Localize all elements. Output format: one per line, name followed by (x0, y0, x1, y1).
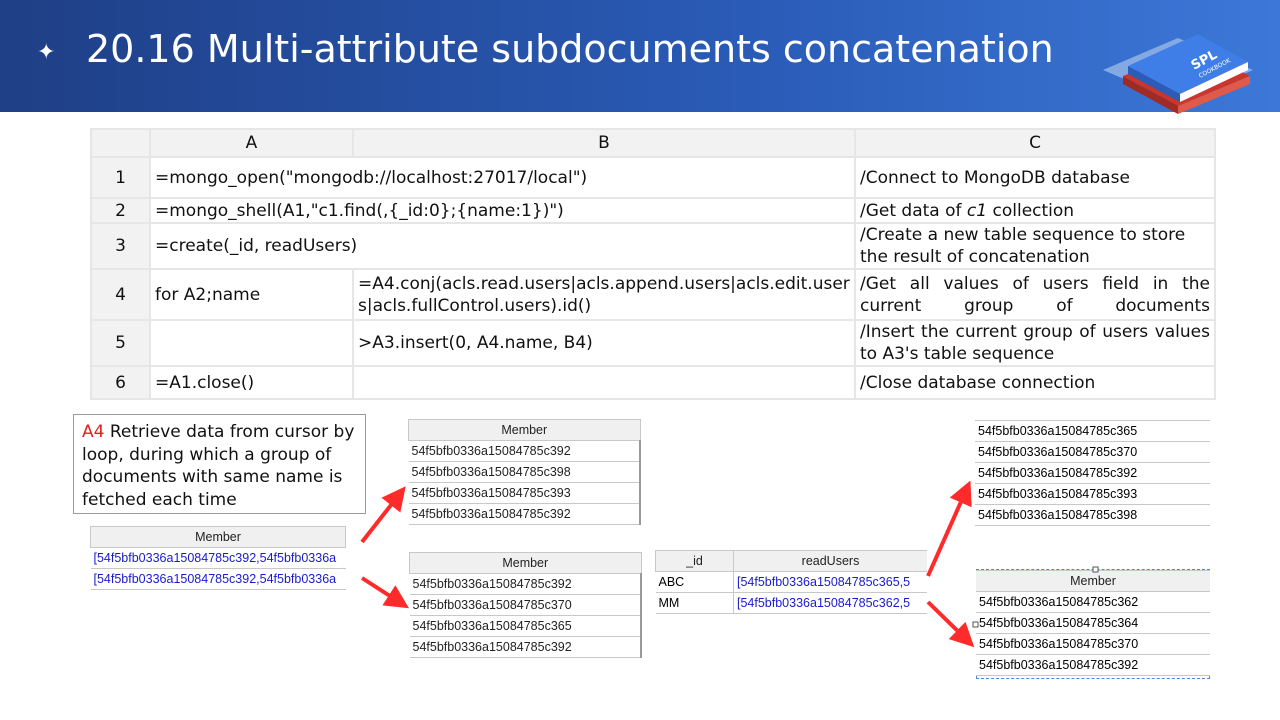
cell-b4[interactable]: =A4.conj(acls.read.users|acls.append.use… (352, 268, 856, 321)
cell-a5[interactable] (149, 319, 354, 367)
table-row[interactable]: 54f5bfb0336a15084785c392 (408, 503, 641, 525)
note-text: Retrieve data from cursor by loop, durin… (82, 422, 355, 510)
arrow-to-group-2 (360, 576, 410, 609)
grid-row-5: 5 >A3.insert(0, A4.name, B4) /Insert the… (90, 319, 1216, 367)
cell-c2[interactable]: /Get data of c1 collection (854, 197, 1216, 224)
row-number[interactable]: 1 (90, 156, 151, 199)
spl-cookbook-logo: SPL COOKBOOK (1103, 34, 1253, 114)
arrow-to-abc-list (926, 480, 972, 577)
row-number[interactable]: 4 (90, 268, 151, 321)
grid-row-2: 2 =mongo_shell(A1,"c1.find(,{_id:0};{nam… (90, 197, 1216, 224)
result-table: _id readUsers ABC [54f5bfb0336a15084785c… (655, 550, 927, 618)
row-number[interactable]: 6 (90, 365, 151, 400)
cell-readusers[interactable]: [54f5bfb0336a15084785c362,5 (733, 592, 927, 614)
arrow-to-mm-list (926, 600, 975, 648)
table-row[interactable]: 54f5bfb0336a15084785c393 (975, 483, 1210, 505)
left-member-table: Member [54f5bfb0336a15084785c392,54f5bfb… (90, 526, 346, 590)
comment-text: /Get data of (860, 200, 967, 221)
grid-header-row: A B C (90, 128, 1216, 158)
column-header-b[interactable]: B (352, 128, 856, 158)
slide-header: ✦ 20.16 Multi-attribute subdocuments con… (0, 0, 1280, 114)
explanation-note: A4 Retrieve data from cursor by loop, du… (73, 414, 366, 514)
cell-a1[interactable]: =mongo_open("mongodb://localhost:27017/l… (149, 156, 856, 199)
column-header-member[interactable]: Member (90, 526, 346, 548)
cell-c1[interactable]: /Connect to MongoDB database (854, 156, 1216, 199)
grid-row-3: 3 =create(_id, readUsers) /Create a new … (90, 222, 1216, 270)
comment-text: /Insert the current group of users value… (860, 322, 1210, 364)
table-row[interactable]: 54f5bfb0336a15084785c392 (976, 654, 1210, 676)
cell-c6[interactable]: /Close database connection (854, 365, 1216, 400)
readusers-list-mm: Member 54f5bfb0336a15084785c362 54f5bfb0… (976, 570, 1210, 676)
cell-readusers[interactable]: [54f5bfb0336a15084785c365,5 (733, 571, 927, 593)
cell-a6[interactable]: =A1.close() (149, 365, 354, 400)
cell-c4[interactable]: /Get all values of users field in the cu… (854, 268, 1216, 321)
table-row[interactable]: 54f5bfb0336a15084785c398 (975, 504, 1210, 526)
cell-a3[interactable]: =create(_id, readUsers) (149, 222, 856, 270)
table-row[interactable]: 54f5bfb0336a15084785c398 (408, 461, 641, 483)
bullet-icon: ✦ (37, 40, 56, 65)
table-row[interactable]: 54f5bfb0336a15084785c365 (975, 420, 1210, 442)
column-header-member[interactable]: Member (409, 552, 642, 574)
column-header-readusers[interactable]: readUsers (733, 550, 927, 572)
comment-text: /Get all values of users field in the cu… (860, 273, 1210, 316)
table-row[interactable]: 54f5bfb0336a15084785c364 (976, 612, 1210, 634)
note-cell-ref: A4 (82, 422, 105, 442)
cell-c5[interactable]: /Insert the current group of users value… (854, 319, 1216, 367)
table-row[interactable]: 54f5bfb0336a15084785c392 (409, 636, 642, 658)
column-header-member[interactable]: Member (408, 419, 641, 441)
grid-corner (90, 128, 151, 158)
table-row[interactable]: 54f5bfb0336a15084785c362 (976, 591, 1210, 613)
cell-b5[interactable]: >A3.insert(0, A4.name, B4) (352, 319, 856, 367)
member-table-group-1: Member 54f5bfb0336a15084785c392 54f5bfb0… (408, 419, 641, 525)
column-header-c[interactable]: C (854, 128, 1216, 158)
column-header-member[interactable]: Member (976, 570, 1210, 592)
table-row[interactable]: [54f5bfb0336a15084785c392,54f5bfb0336a (90, 547, 346, 569)
table-row[interactable]: [54f5bfb0336a15084785c392,54f5bfb0336a (90, 568, 346, 590)
table-row[interactable]: 54f5bfb0336a15084785c393 (408, 482, 641, 504)
cell-id[interactable]: MM (655, 592, 734, 614)
readusers-list-abc: 54f5bfb0336a15084785c365 54f5bfb0336a150… (975, 420, 1210, 526)
comment-italic: c1 (966, 200, 988, 221)
table-row[interactable]: 54f5bfb0336a15084785c392 (975, 462, 1210, 484)
column-header-id[interactable]: _id (655, 550, 734, 572)
arrow-to-group-1 (360, 486, 406, 544)
cell-b6[interactable] (352, 365, 856, 400)
table-row[interactable]: 54f5bfb0336a15084785c365 (409, 615, 642, 637)
table-row[interactable]: ABC [54f5bfb0336a15084785c365,5 (655, 571, 927, 593)
row-number[interactable]: 3 (90, 222, 151, 270)
cell-a2[interactable]: =mongo_shell(A1,"c1.find(,{_id:0};{name:… (149, 197, 856, 224)
slide-title: 20.16 Multi-attribute subdocuments conca… (86, 27, 1054, 71)
column-header-a[interactable]: A (149, 128, 354, 158)
table-row[interactable]: 54f5bfb0336a15084785c370 (976, 633, 1210, 655)
spl-code-grid: A B C 1 =mongo_open("mongodb://localhost… (90, 128, 1216, 400)
grid-row-6: 6 =A1.close() /Close database connection (90, 365, 1216, 400)
cell-c3[interactable]: /Create a new table sequence to store th… (854, 222, 1216, 270)
grid-row-4: 4 for A2;name =A4.conj(acls.read.users|a… (90, 268, 1216, 321)
table-row[interactable]: 54f5bfb0336a15084785c392 (409, 573, 642, 595)
table-row[interactable]: 54f5bfb0336a15084785c392 (408, 440, 641, 462)
row-number[interactable]: 5 (90, 319, 151, 367)
member-table-group-2: Member 54f5bfb0336a15084785c392 54f5bfb0… (409, 552, 642, 658)
cell-id[interactable]: ABC (655, 571, 734, 593)
row-number[interactable]: 2 (90, 197, 151, 224)
cell-a4[interactable]: for A2;name (149, 268, 354, 321)
grid-row-1: 1 =mongo_open("mongodb://localhost:27017… (90, 156, 1216, 199)
comment-text: collection (987, 200, 1075, 221)
table-row[interactable]: MM [54f5bfb0336a15084785c362,5 (655, 592, 927, 614)
table-row[interactable]: 54f5bfb0336a15084785c370 (409, 594, 642, 616)
table-row[interactable]: 54f5bfb0336a15084785c370 (975, 441, 1210, 463)
